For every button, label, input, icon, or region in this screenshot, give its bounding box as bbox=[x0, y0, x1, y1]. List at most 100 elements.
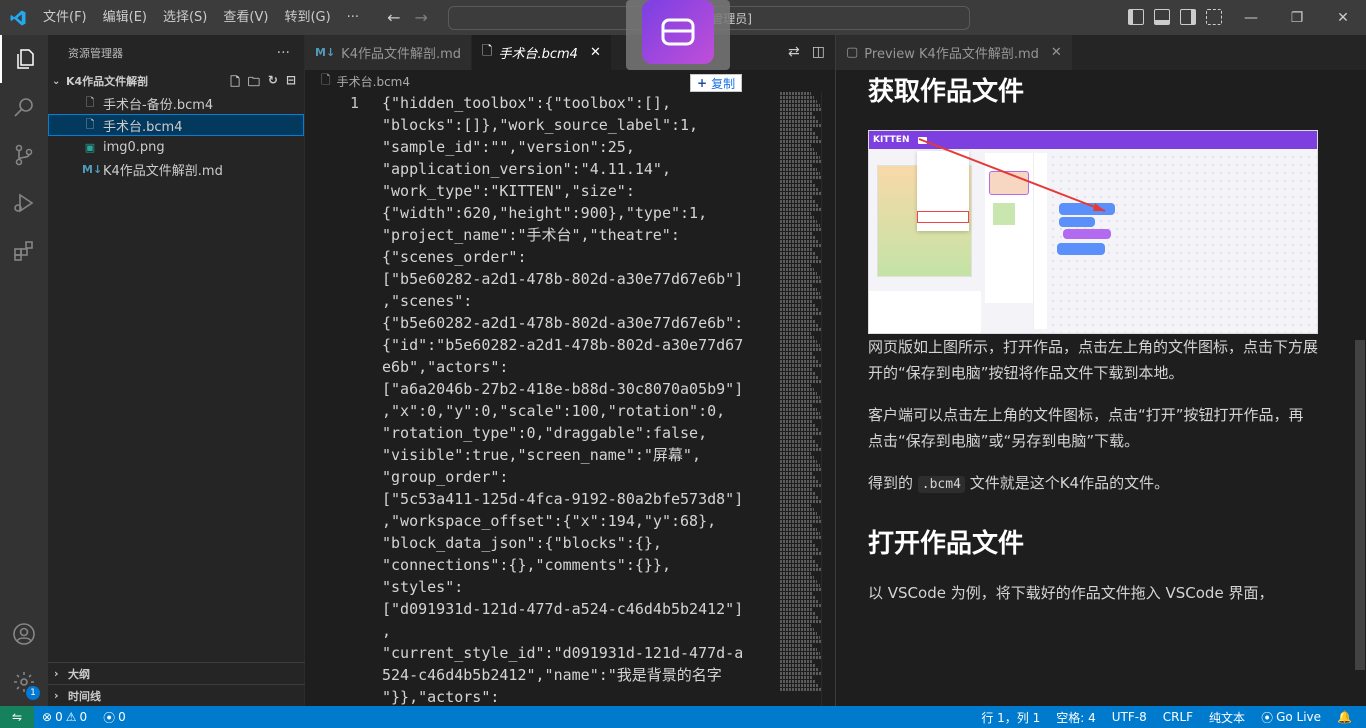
remote-icon[interactable]: ⇋ bbox=[0, 706, 34, 728]
accounts-icon[interactable] bbox=[0, 610, 48, 658]
refresh-icon[interactable]: ↻ bbox=[268, 73, 278, 94]
customize-layout-icon[interactable] bbox=[1206, 9, 1222, 25]
code-line[interactable]: "visible":true,"screen_name":"屏幕", bbox=[382, 444, 777, 466]
sidebar-more-button[interactable]: ··· bbox=[277, 45, 290, 61]
tab-markdown[interactable]: M↓ K4作品文件解剖.md bbox=[305, 35, 473, 70]
editor-tabs: M↓ K4作品文件解剖.md 🗋 手术台.bcm4 ✕ ⇄ ◫ bbox=[305, 35, 835, 70]
code-line[interactable]: "rotation_type":0,"draggable":false, bbox=[382, 422, 777, 444]
new-folder-icon[interactable]: 🗀 bbox=[248, 73, 260, 94]
code-line[interactable]: "}},"actors": bbox=[382, 686, 777, 708]
code-line[interactable]: ,"x":0,"y":0,"scale":100,"rotation":0, bbox=[382, 400, 777, 422]
notifications-bell-icon[interactable]: 🔔 bbox=[1329, 710, 1360, 724]
file-item-backup[interactable]: 🗋 手术台-备份.bcm4 bbox=[48, 92, 304, 114]
code-line[interactable]: "styles": bbox=[382, 576, 777, 598]
go-live-label: Go Live bbox=[1276, 710, 1322, 724]
sidebar-title: 资源管理器 bbox=[68, 46, 123, 60]
toggle-primary-sidebar-icon[interactable] bbox=[1128, 9, 1144, 25]
toggle-panel-icon[interactable] bbox=[1154, 9, 1170, 25]
code-line[interactable]: "current_style_id":"d091931d-121d-477d-a bbox=[382, 642, 777, 664]
close-icon[interactable]: ✕ bbox=[590, 45, 601, 60]
code-line[interactable]: {"hidden_toolbox":{"toolbox":[], bbox=[382, 92, 777, 114]
minimap-line bbox=[780, 204, 818, 207]
code-line[interactable]: ,"workspace_offset":{"x":194,"y":68}, bbox=[382, 510, 777, 532]
code-content[interactable]: {"hidden_toolbox":{"toolbox":[], "blocks"… bbox=[382, 92, 777, 708]
code-line[interactable]: "group_order": bbox=[382, 466, 777, 488]
code-line[interactable]: e6b","actors": bbox=[382, 356, 777, 378]
minimap-line bbox=[780, 656, 823, 659]
minimap-line bbox=[780, 488, 813, 491]
search-view-icon[interactable] bbox=[0, 83, 48, 131]
tab-bcm4[interactable]: 🗋 手术台.bcm4 ✕ bbox=[472, 35, 612, 70]
minimap-line bbox=[780, 596, 817, 599]
minimap-line bbox=[780, 620, 822, 623]
breadcrumb-item[interactable]: 手术台.bcm4 bbox=[337, 73, 410, 90]
close-window-button[interactable]: ✕ bbox=[1320, 0, 1366, 35]
menu-more[interactable]: ··· bbox=[339, 0, 367, 35]
go-live-button[interactable]: ⦿ Go Live bbox=[1253, 709, 1329, 726]
indentation[interactable]: 空格: 4 bbox=[1048, 709, 1104, 726]
file-item-markdown[interactable]: M↓ K4作品文件解剖.md bbox=[48, 158, 304, 180]
minimize-button[interactable]: — bbox=[1228, 0, 1274, 35]
timeline-section[interactable]: › 时间线 bbox=[48, 684, 305, 706]
code-line[interactable]: {"b5e60282-a2d1-478b-802d-a30e77d67e6b": bbox=[382, 312, 777, 334]
code-line[interactable]: ,"scenes": bbox=[382, 290, 777, 312]
close-icon[interactable]: ✕ bbox=[1051, 45, 1062, 60]
file-icon: 🗋 bbox=[85, 117, 95, 131]
minimap-line bbox=[780, 384, 812, 387]
code-line[interactable]: {"id":"b5e60282-a2d1-478b-802d-a30e77d67 bbox=[382, 334, 777, 356]
code-line[interactable]: "sample_id":"","version":25, bbox=[382, 136, 777, 158]
minimap-line bbox=[780, 260, 822, 263]
problems-indicator[interactable]: ⊗ 0 ⚠ 0 bbox=[34, 710, 95, 724]
tab-preview[interactable]: ▢ Preview K4作品文件解剖.md ✕ bbox=[836, 35, 1073, 70]
minimap[interactable] bbox=[780, 92, 824, 706]
preview-scrollbar[interactable] bbox=[1352, 70, 1366, 706]
code-line[interactable]: "connections":{},"comments":{}}, bbox=[382, 554, 777, 576]
menu-edit[interactable]: 编辑(E) bbox=[95, 0, 155, 35]
menu-bar: 文件(F) 编辑(E) 选择(S) 查看(V) 转到(G) ··· bbox=[35, 0, 367, 35]
compare-icon[interactable]: ⇄ bbox=[788, 44, 800, 60]
code-line[interactable]: "block_data_json":{"blocks":{}, bbox=[382, 532, 777, 554]
code-line[interactable]: ["a6a2046b-27b2-418e-b88d-30c8070a05b9"] bbox=[382, 378, 777, 400]
menu-go[interactable]: 转到(G) bbox=[276, 0, 338, 35]
menu-view[interactable]: 查看(V) bbox=[215, 0, 276, 35]
explorer-icon[interactable] bbox=[0, 35, 48, 83]
chevron-down-icon: ⌄ bbox=[52, 75, 61, 87]
code-line[interactable]: ["d091931d-121d-477d-a524-c46d4b5b2412"] bbox=[382, 598, 777, 620]
code-line[interactable]: "application_version":"4.11.14", bbox=[382, 158, 777, 180]
end-of-line[interactable]: CRLF bbox=[1155, 710, 1201, 724]
toggle-secondary-sidebar-icon[interactable] bbox=[1180, 9, 1196, 25]
collapse-all-icon[interactable]: ⊟ bbox=[286, 73, 296, 94]
ports-indicator[interactable]: ⦿ 0 bbox=[95, 709, 134, 726]
preview-scroll-thumb[interactable] bbox=[1355, 340, 1365, 670]
outline-section[interactable]: › 大纲 bbox=[48, 662, 305, 684]
encoding[interactable]: UTF-8 bbox=[1104, 710, 1155, 724]
code-line[interactable]: "work_type":"KITTEN","size": bbox=[382, 180, 777, 202]
menu-selection[interactable]: 选择(S) bbox=[155, 0, 215, 35]
run-debug-icon[interactable] bbox=[0, 179, 48, 227]
code-line[interactable]: ["5c53a411-125d-4fca-9192-80a2bfe573d8"] bbox=[382, 488, 777, 510]
new-file-icon[interactable]: 🗋 bbox=[230, 73, 240, 94]
language-mode[interactable]: 纯文本 bbox=[1201, 709, 1253, 726]
code-line[interactable]: "project_name":"手术台","theatre": bbox=[382, 224, 777, 246]
code-line[interactable]: {"scenes_order": bbox=[382, 246, 777, 268]
source-control-icon[interactable] bbox=[0, 131, 48, 179]
settings-gear-icon[interactable]: 1 bbox=[0, 658, 48, 706]
back-arrow-icon[interactable]: ← bbox=[387, 8, 400, 27]
code-line[interactable]: , bbox=[382, 620, 777, 642]
code-line[interactable]: 524-c46d4b5b2412","name":"我是背景的名字 bbox=[382, 664, 777, 686]
code-editor[interactable]: 1 {"hidden_toolbox":{"toolbox":[], "block… bbox=[305, 92, 835, 706]
restore-button[interactable]: ❐ bbox=[1274, 0, 1320, 35]
file-item-selected[interactable]: 🗋 手术台.bcm4 bbox=[48, 114, 304, 136]
split-editor-icon[interactable]: ◫ bbox=[812, 44, 825, 60]
code-line[interactable]: {"width":620,"height":900},"type":1, bbox=[382, 202, 777, 224]
menu-file[interactable]: 文件(F) bbox=[35, 0, 95, 35]
file-item-image[interactable]: ▣ img0.png bbox=[48, 136, 304, 158]
cursor-position[interactable]: 行 1，列 1 bbox=[973, 709, 1048, 726]
editor-scrollbar[interactable] bbox=[821, 92, 835, 706]
workspace-folder[interactable]: ⌄ K4作品文件解剖 🗋 🗀 ↻ ⊟ bbox=[48, 70, 304, 92]
extensions-icon[interactable] bbox=[0, 227, 48, 275]
code-line[interactable]: ["b5e60282-a2d1-478b-802d-a30e77d67e6b"] bbox=[382, 268, 777, 290]
forward-arrow-icon[interactable]: → bbox=[414, 8, 427, 27]
code-line[interactable]: "blocks":[]},"work_source_label":1, bbox=[382, 114, 777, 136]
chevron-right-icon: › bbox=[54, 667, 59, 680]
